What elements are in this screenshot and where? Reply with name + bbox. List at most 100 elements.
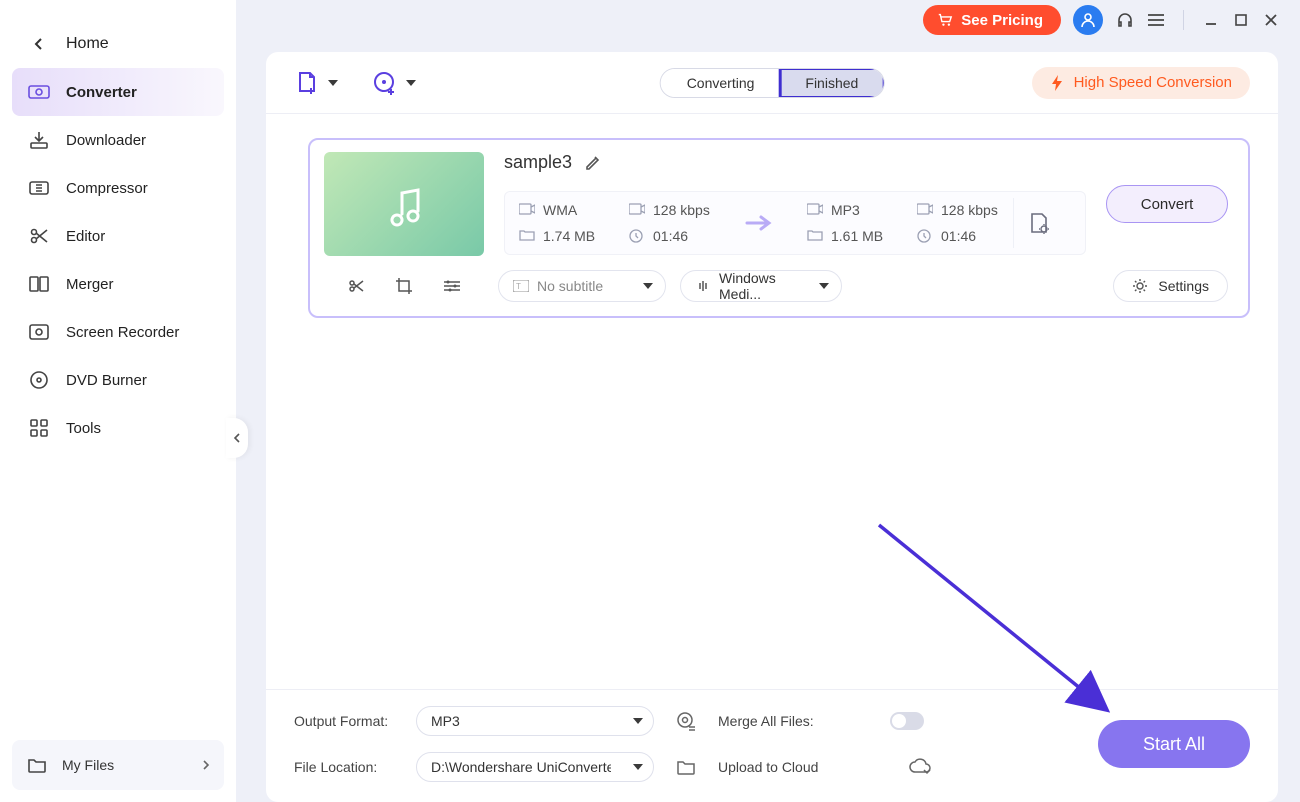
my-files-button[interactable]: My Files xyxy=(12,740,224,790)
lightning-icon xyxy=(1050,74,1064,92)
file-location-select[interactable]: D:\Wondershare UniConverter 1 xyxy=(416,752,654,782)
gear-badge-icon xyxy=(675,710,697,732)
merge-toggle[interactable] xyxy=(890,712,924,730)
subtitle-select[interactable]: T No subtitle xyxy=(498,270,666,302)
dst-size: 1.61 MB xyxy=(831,228,883,244)
menu-button[interactable] xyxy=(1147,13,1165,27)
file-location-value: D:\Wondershare UniConverter 1 xyxy=(431,759,611,775)
minimize-icon xyxy=(1204,13,1218,27)
hamburger-icon xyxy=(1147,13,1165,27)
open-folder-button[interactable] xyxy=(666,758,706,776)
nav-screen-recorder[interactable]: Screen Recorder xyxy=(12,308,224,356)
folder-icon xyxy=(676,758,696,776)
item-settings-button[interactable]: Settings xyxy=(1113,270,1228,302)
gear-icon xyxy=(1132,278,1148,294)
cloud-icon xyxy=(908,758,932,776)
sidebar-collapse-handle[interactable] xyxy=(226,418,248,458)
nav-item-label: Merger xyxy=(66,276,114,293)
effects-button[interactable] xyxy=(443,279,461,293)
account-button[interactable] xyxy=(1073,5,1103,35)
trim-button[interactable] xyxy=(347,277,365,295)
nav-merger[interactable]: Merger xyxy=(12,260,224,308)
compressor-icon xyxy=(28,177,50,199)
nav-downloader[interactable]: Downloader xyxy=(12,116,224,164)
crop-icon xyxy=(395,277,413,295)
nav-item-label: Compressor xyxy=(66,180,148,197)
clock-icon xyxy=(917,229,933,243)
pricing-button[interactable]: See Pricing xyxy=(923,5,1061,35)
src-format: WMA xyxy=(543,202,577,218)
merge-label: Merge All Files: xyxy=(718,713,878,729)
nav-compressor[interactable]: Compressor xyxy=(12,164,224,212)
bottom-bar: Output Format: MP3 Merge All Files: Star… xyxy=(266,689,1278,802)
file-location-label: File Location: xyxy=(294,759,404,775)
upload-cloud-label: Upload to Cloud xyxy=(718,759,878,775)
settings-label: Settings xyxy=(1158,278,1209,294)
download-icon xyxy=(28,129,50,151)
add-dvd-button[interactable] xyxy=(372,70,416,96)
converter-icon xyxy=(28,81,50,103)
folder-icon xyxy=(26,754,48,776)
music-icon xyxy=(381,181,427,227)
output-settings-button[interactable] xyxy=(666,710,706,732)
chevron-down-icon xyxy=(819,283,829,289)
nav-item-label: Tools xyxy=(66,420,101,437)
chevron-down-icon xyxy=(643,283,653,289)
dst-bitrate: 128 kbps xyxy=(941,202,998,218)
clock-icon xyxy=(629,229,645,243)
minimize-button[interactable] xyxy=(1202,11,1220,29)
maximize-button[interactable] xyxy=(1232,11,1250,29)
content-toolbar: Converting Finished High Speed Conversio… xyxy=(266,52,1278,114)
tab-converting[interactable]: Converting xyxy=(661,69,781,97)
nav-tools[interactable]: Tools xyxy=(12,404,224,452)
close-button[interactable] xyxy=(1262,11,1280,29)
grid-icon xyxy=(28,417,50,439)
output-format-label: Output Format: xyxy=(294,713,404,729)
dst-duration: 01:46 xyxy=(941,228,976,244)
close-icon xyxy=(1264,13,1278,27)
edit-name-button[interactable] xyxy=(584,154,602,172)
audio-track-select[interactable]: Windows Medi... xyxy=(680,270,842,302)
svg-text:T: T xyxy=(516,282,521,291)
subtitle-value: No subtitle xyxy=(537,278,603,294)
start-all-button[interactable]: Start All xyxy=(1098,720,1250,768)
add-file-button[interactable] xyxy=(294,70,338,96)
tab-finished[interactable]: Finished xyxy=(778,68,884,98)
content-panel: Converting Finished High Speed Conversio… xyxy=(266,52,1278,802)
nav-editor[interactable]: Editor xyxy=(12,212,224,260)
headset-icon xyxy=(1115,10,1135,30)
separator xyxy=(1183,10,1184,30)
chevron-left-icon xyxy=(28,33,50,55)
format-settings-button[interactable] xyxy=(1013,198,1063,248)
arrow-right-icon xyxy=(725,214,793,232)
crop-button[interactable] xyxy=(395,277,413,295)
titlebar: See Pricing xyxy=(236,0,1300,40)
upload-cloud-button[interactable] xyxy=(890,758,950,776)
support-button[interactable] xyxy=(1115,10,1135,30)
audio-value: Windows Medi... xyxy=(719,270,807,302)
chevron-down-icon xyxy=(633,718,643,724)
nav-item-label: Downloader xyxy=(66,132,146,149)
nav-dvd-burner[interactable]: DVD Burner xyxy=(12,356,224,404)
audio-icon xyxy=(695,279,711,293)
nav-home[interactable]: Home xyxy=(12,20,224,68)
video-icon xyxy=(917,203,933,217)
output-format-select[interactable]: MP3 xyxy=(416,706,654,736)
nav-converter[interactable]: Converter xyxy=(12,68,224,116)
sliders-icon xyxy=(443,279,461,293)
subtitle-icon: T xyxy=(513,280,529,292)
chevron-down-icon xyxy=(406,80,416,86)
pricing-label: See Pricing xyxy=(961,12,1043,29)
maximize-icon xyxy=(1234,13,1248,27)
main-area: See Pricing xyxy=(236,0,1300,802)
src-bitrate: 128 kbps xyxy=(653,202,710,218)
src-size: 1.74 MB xyxy=(543,228,595,244)
my-files-label: My Files xyxy=(62,757,114,773)
video-icon xyxy=(519,203,535,217)
file-thumbnail[interactable] xyxy=(324,152,484,256)
file-name: sample3 xyxy=(504,152,572,173)
disc-icon xyxy=(28,369,50,391)
convert-button[interactable]: Convert xyxy=(1106,185,1228,223)
high-speed-button[interactable]: High Speed Conversion xyxy=(1032,67,1250,99)
video-icon xyxy=(629,203,645,217)
